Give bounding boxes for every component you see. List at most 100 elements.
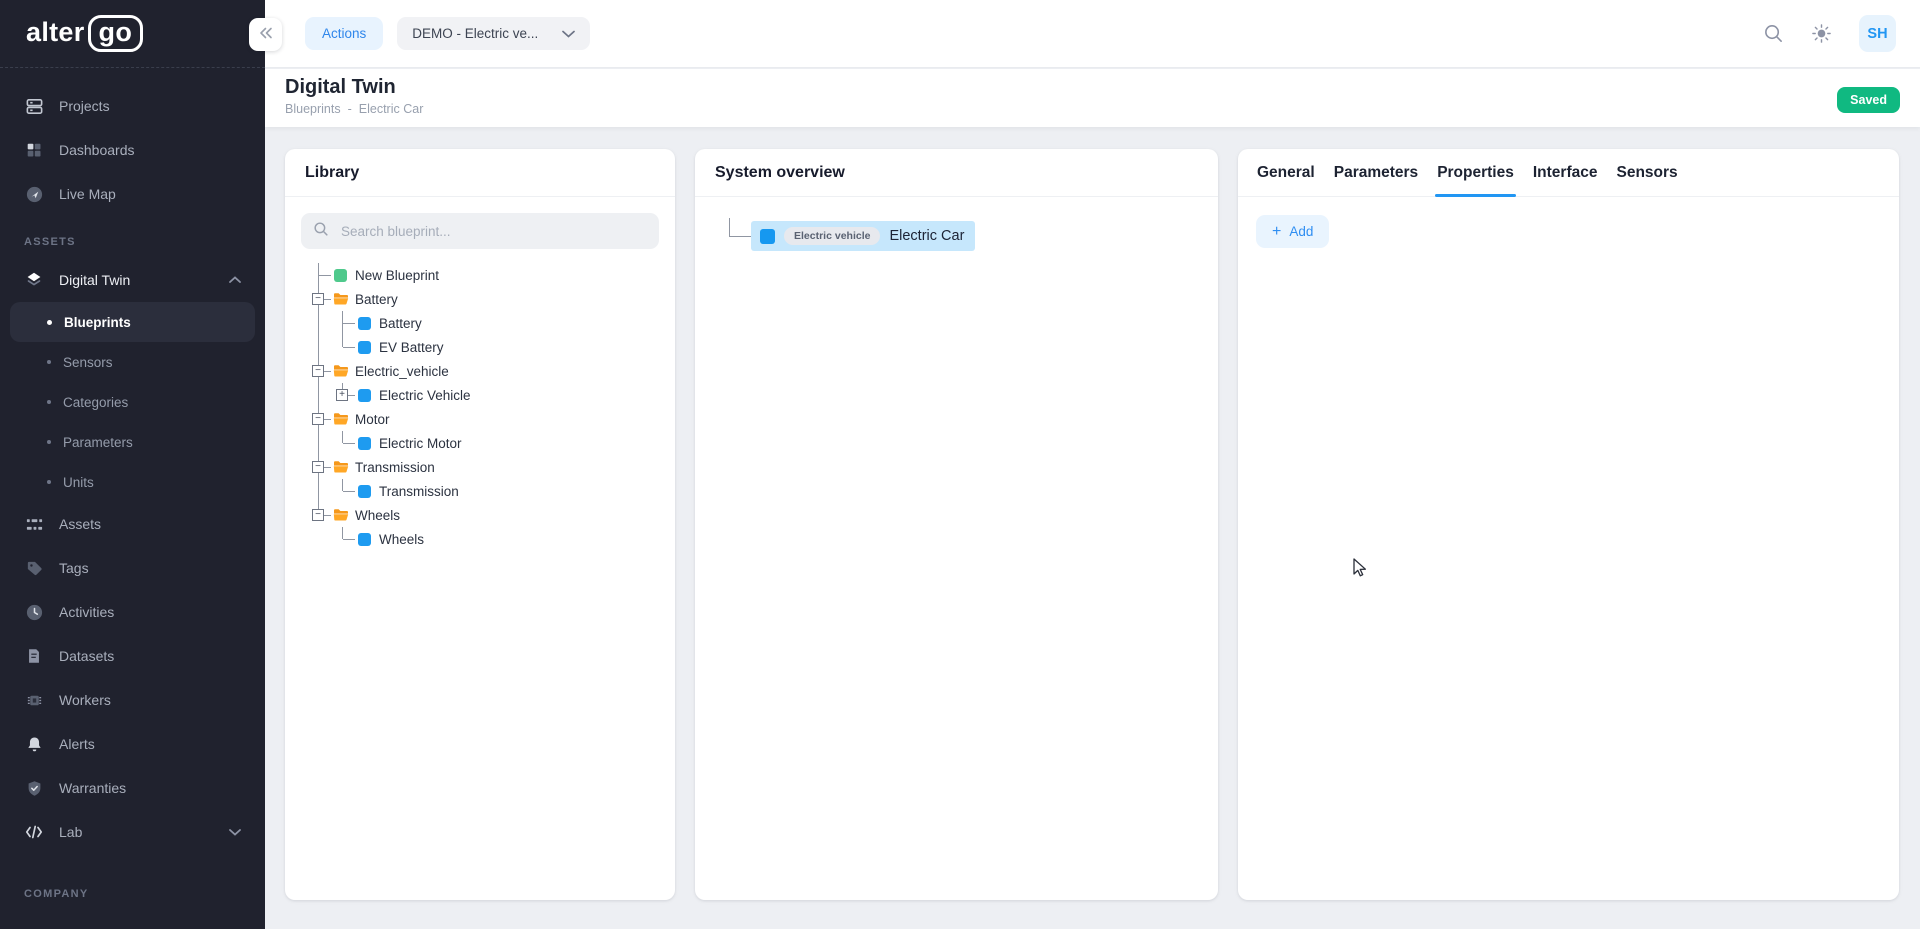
blueprint-icon: [358, 341, 371, 354]
sidebar-collapse-button[interactable]: [249, 18, 282, 51]
sidebar-item-label: Datasets: [59, 648, 114, 664]
tree-item-transmission[interactable]: Transmission: [307, 479, 659, 503]
scope-selector-dropdown[interactable]: DEMO - Electric ve...: [397, 17, 590, 50]
sidebar-item-workers[interactable]: Workers: [0, 678, 265, 722]
tree-item-label: Transmission: [379, 484, 459, 499]
tree-item-label: New Blueprint: [355, 268, 439, 283]
tab-properties[interactable]: Properties: [1435, 149, 1516, 196]
tree-item-folder-motor[interactable]: Motor: [307, 407, 659, 431]
sidebar-item-projects[interactable]: Projects: [0, 84, 265, 128]
sidebar-subitem-label: Units: [63, 475, 94, 490]
tree-item-label: Electric_vehicle: [355, 364, 449, 379]
sidebar-item-label: Projects: [59, 98, 110, 114]
folder-icon: [333, 508, 349, 522]
sidebar-item-activities[interactable]: Activities: [0, 590, 265, 634]
blueprint-icon: [358, 437, 371, 450]
tree-item-folder-wheels[interactable]: Wheels: [307, 503, 659, 527]
sidebar-item-categories[interactable]: Categories: [0, 382, 265, 422]
folder-icon: [333, 460, 349, 474]
system-node-electric-car[interactable]: Electric vehicle Electric Car: [751, 221, 975, 251]
sidebar-item-lab[interactable]: Lab: [0, 810, 265, 854]
activities-icon: [24, 602, 44, 622]
datasets-icon: [24, 646, 44, 666]
breadcrumb-separator: -: [348, 102, 352, 116]
tree-item-label: Wheels: [379, 532, 424, 547]
chevron-down-icon: [229, 828, 241, 836]
sidebar-item-datasets[interactable]: Datasets: [0, 634, 265, 678]
sidebar-item-alerts[interactable]: Alerts: [0, 722, 265, 766]
tree-item-label: EV Battery: [379, 340, 444, 355]
sidebar-section-assets: ASSETS: [0, 236, 265, 248]
new-blueprint-icon: [334, 269, 347, 282]
sidebar-item-label: Workers: [59, 692, 111, 708]
library-panel-title: Library: [285, 149, 675, 197]
blueprint-search[interactable]: [301, 213, 659, 249]
tab-parameters[interactable]: Parameters: [1332, 149, 1420, 196]
tree-item-folder-transmission[interactable]: Transmission: [307, 455, 659, 479]
sidebar-item-tags[interactable]: Tags: [0, 546, 265, 590]
sidebar-subitem-label: Categories: [63, 395, 128, 410]
sidebar-item-label: Warranties: [59, 780, 126, 796]
folder-icon: [333, 292, 349, 306]
tree-connector: [331, 479, 355, 503]
tab-sensors[interactable]: Sensors: [1614, 149, 1679, 196]
tree-item-folder-electric-vehicle[interactable]: Electric_vehicle: [307, 359, 659, 383]
theme-sun-icon[interactable]: [1811, 23, 1832, 44]
breadcrumb-parent[interactable]: Blueprints: [285, 102, 341, 116]
user-avatar[interactable]: SH: [1859, 15, 1896, 52]
tree-item-battery[interactable]: Battery: [307, 311, 659, 335]
bullet-icon: [47, 320, 52, 325]
tab-interface[interactable]: Interface: [1531, 149, 1600, 196]
chevrons-left-icon: [259, 26, 273, 43]
sidebar-section-company: COMPANY: [0, 888, 265, 900]
collapse-toggle-icon[interactable]: [312, 461, 324, 473]
bullet-icon: [47, 480, 51, 484]
expand-toggle-icon[interactable]: [336, 389, 348, 401]
tree-item-wheels[interactable]: Wheels: [307, 527, 659, 551]
search-icon[interactable]: [1763, 23, 1784, 44]
tab-general[interactable]: General: [1255, 149, 1317, 196]
code-icon: [24, 822, 44, 842]
tree-connector: [307, 335, 331, 359]
sidebar: altergo Projects Dashboards Live Map ASS…: [0, 0, 265, 929]
tree-item-new-blueprint[interactable]: New Blueprint: [307, 263, 659, 287]
scope-selector-value: DEMO - Electric ve...: [412, 26, 538, 41]
actions-button[interactable]: Actions: [305, 17, 383, 50]
sidebar-item-units[interactable]: Units: [0, 462, 265, 502]
brand-logo-text: altergo: [26, 15, 143, 52]
tree-item-folder-battery[interactable]: Battery: [307, 287, 659, 311]
tree-item-electric-vehicle[interactable]: Electric Vehicle: [307, 383, 659, 407]
page-header: Digital Twin Blueprints - Electric Car S…: [265, 69, 1920, 127]
blueprint-tree: New Blueprint Battery Battery: [301, 263, 659, 551]
tree-connector: [307, 431, 331, 455]
live-map-icon: [24, 184, 44, 204]
sidebar-item-sensors[interactable]: Sensors: [0, 342, 265, 382]
collapse-toggle-icon[interactable]: [312, 365, 324, 377]
sidebar-item-digital-twin[interactable]: Digital Twin: [0, 258, 265, 302]
sidebar-item-assets[interactable]: Assets: [0, 502, 265, 546]
tree-item-electric-motor[interactable]: Electric Motor: [307, 431, 659, 455]
plus-icon: +: [1272, 226, 1281, 238]
tree-connector: [307, 263, 331, 287]
collapse-toggle-icon[interactable]: [312, 509, 324, 521]
search-input[interactable]: [339, 223, 647, 240]
sidebar-item-dashboards[interactable]: Dashboards: [0, 128, 265, 172]
collapse-toggle-icon[interactable]: [312, 413, 324, 425]
sidebar-item-blueprints[interactable]: Blueprints: [10, 302, 255, 342]
sidebar-item-live-map[interactable]: Live Map: [0, 172, 265, 216]
sidebar-item-warranties[interactable]: Warranties: [0, 766, 265, 810]
details-tabs: General Parameters Properties Interface …: [1238, 149, 1899, 197]
tree-item-label: Wheels: [355, 508, 400, 523]
breadcrumb: Blueprints - Electric Car: [285, 102, 1900, 116]
tree-connector: [331, 527, 355, 551]
sidebar-subitem-label: Blueprints: [64, 315, 131, 330]
add-property-button[interactable]: + Add: [1256, 215, 1329, 248]
bullet-icon: [47, 440, 51, 444]
collapse-toggle-icon[interactable]: [312, 293, 324, 305]
sidebar-item-label: Assets: [59, 516, 101, 532]
tree-connector: [307, 407, 331, 431]
sidebar-item-parameters[interactable]: Parameters: [0, 422, 265, 462]
tree-connector: [331, 335, 355, 359]
tree-item-ev-battery[interactable]: EV Battery: [307, 335, 659, 359]
tree-item-label: Battery: [355, 292, 398, 307]
